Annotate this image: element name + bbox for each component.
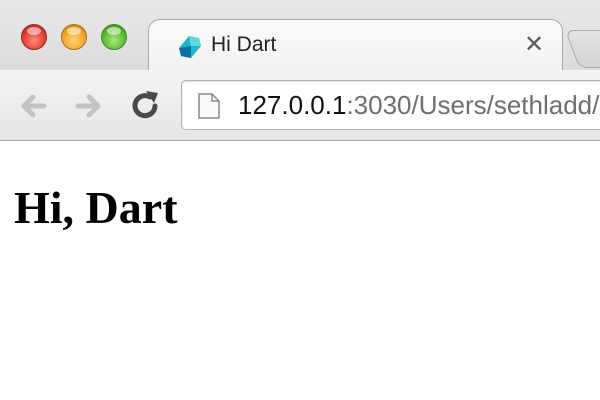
address-bar[interactable]: 127.0.0.1:3030/Users/sethladd/ <box>181 80 600 130</box>
forward-arrow-icon[interactable] <box>72 89 106 123</box>
browser-tab-active[interactable]: Hi Dart ✕ <box>148 19 563 71</box>
page-content: Hi, Dart <box>0 141 600 400</box>
close-window-button[interactable] <box>21 24 47 50</box>
url-text[interactable]: 127.0.0.1:3030/Users/sethladd/ <box>238 90 599 121</box>
browser-toolbar: 127.0.0.1:3030/Users/sethladd/ <box>0 70 600 141</box>
new-tab-button[interactable] <box>565 30 600 68</box>
minimize-window-button[interactable] <box>61 24 87 50</box>
tab-title: Hi Dart <box>211 33 277 56</box>
dart-logo-icon <box>179 36 201 58</box>
back-arrow-icon[interactable] <box>16 89 50 123</box>
tab-close-icon[interactable]: ✕ <box>522 32 546 56</box>
maximize-window-button[interactable] <box>101 24 127 50</box>
url-host: 127.0.0.1 <box>238 90 347 120</box>
tab-strip: Hi Dart ✕ <box>0 0 600 71</box>
url-path: :3030/Users/sethladd/ <box>346 90 600 120</box>
reload-icon[interactable] <box>129 89 163 123</box>
page-icon <box>198 93 220 119</box>
page-heading: Hi, Dart <box>14 182 178 233</box>
